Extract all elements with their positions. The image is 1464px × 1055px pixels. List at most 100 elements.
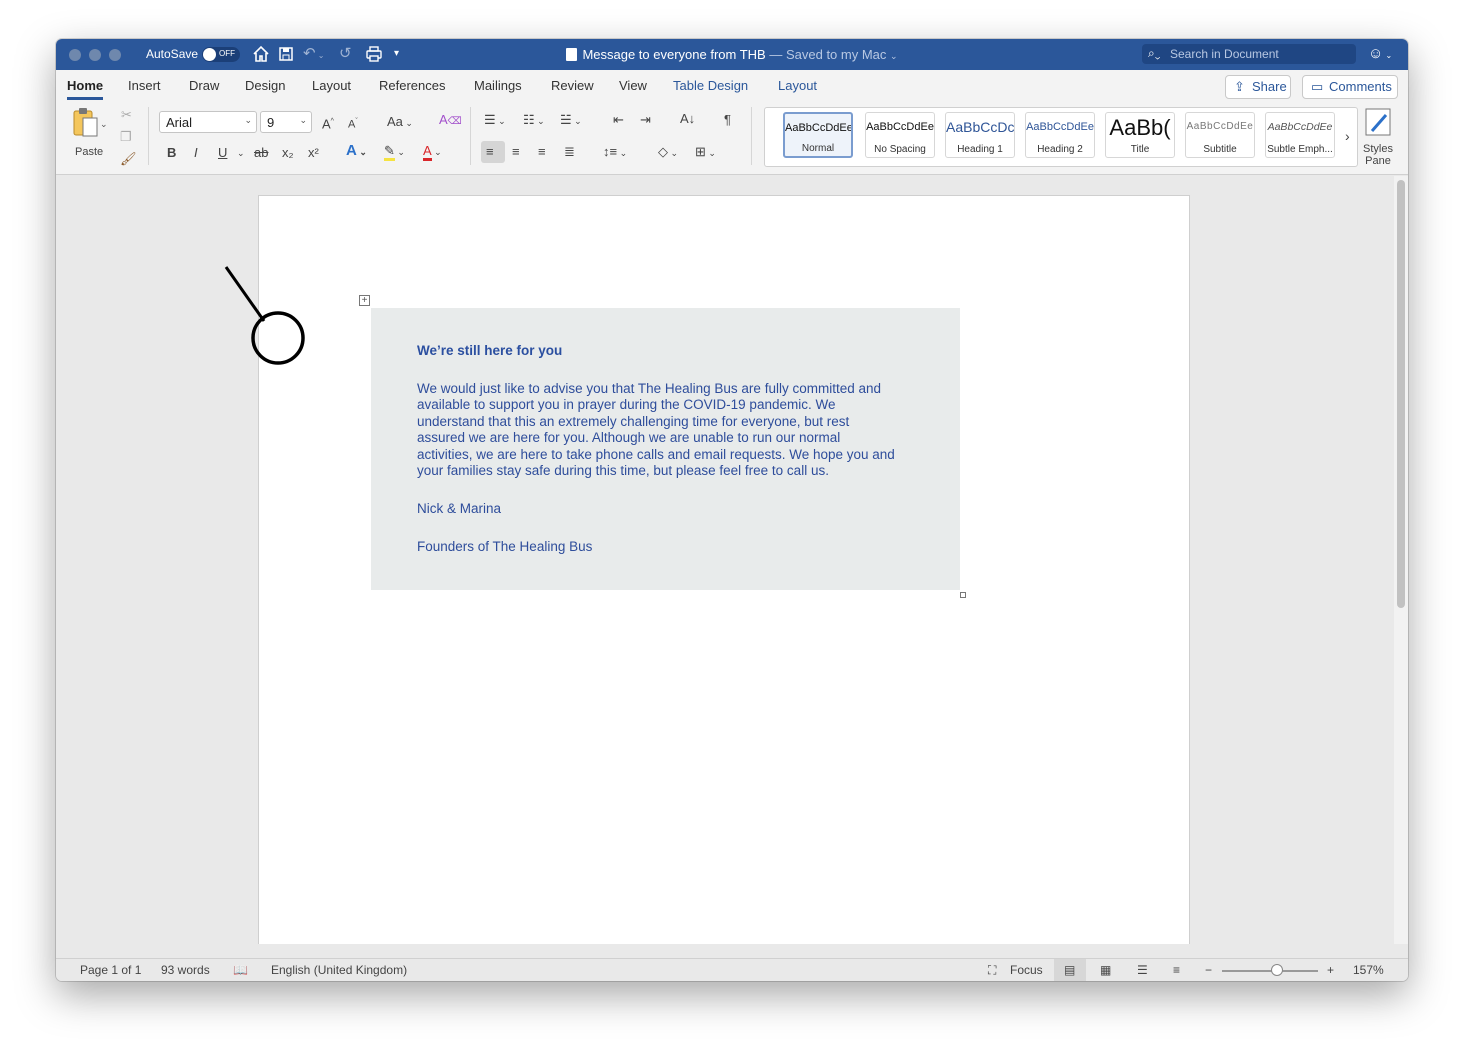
style-name: Normal <box>801 143 835 154</box>
increase-indent-icon[interactable]: ⇥ <box>640 112 651 128</box>
style-name: Subtitle <box>1203 144 1237 155</box>
paste-label: Paste <box>75 146 104 158</box>
subscript-button[interactable]: x₂ <box>282 145 294 161</box>
feedback-smiley-icon[interactable]: ☺ ⌄ <box>1368 45 1392 62</box>
clear-formatting-icon[interactable]: A⌫ <box>439 112 462 130</box>
organization-line[interactable]: Founders of The Healing Bus <box>417 539 592 555</box>
focus-icon[interactable]: ⛶ <box>988 963 996 978</box>
strikethrough-button[interactable]: ab <box>254 145 268 161</box>
align-right-icon[interactable]: ≡ <box>538 144 546 160</box>
bold-button[interactable]: B <box>167 145 176 161</box>
style-heading-1[interactable]: AaBbCcDc Heading 1 <box>945 112 1015 158</box>
font-name-select[interactable]: Arial ⌄ <box>159 111 257 133</box>
move-handle-icon[interactable]: + <box>359 295 370 306</box>
align-center-icon[interactable]: ≡ <box>512 144 520 160</box>
decrease-indent-icon[interactable]: ⇤ <box>613 112 624 128</box>
font-name-value: Arial <box>166 115 193 130</box>
chevron-right-icon[interactable]: › <box>1345 128 1350 144</box>
show-formatting-icon[interactable]: ¶ <box>724 112 731 128</box>
page-count[interactable]: Page 1 of 1 <box>80 963 141 977</box>
tab-view[interactable]: View <box>619 78 647 93</box>
status-bar: Page 1 of 1 93 words 📖 English (United K… <box>56 958 1408 981</box>
zoom-slider-knob[interactable] <box>1271 964 1283 976</box>
document-body[interactable]: We would just like to advise you that Th… <box>417 381 895 479</box>
justify-icon[interactable]: ≣ <box>564 144 575 160</box>
grow-font-icon[interactable]: A^ <box>322 114 334 132</box>
line-spacing-icon[interactable]: ↕≡ ⌄ <box>603 144 627 161</box>
tab-home[interactable]: Home <box>67 78 104 100</box>
search-document-input[interactable]: ⌕⌄ Search in Document <box>1142 44 1356 64</box>
style-subtitle[interactable]: AaBbCcDdEe Subtitle <box>1185 112 1255 158</box>
tab-insert[interactable]: Insert <box>128 78 161 93</box>
borders-icon[interactable]: ⊞ ⌄ <box>695 144 716 161</box>
word-window: AutoSave OFF ↶ ⌄ ↺ ▾ Message to everyone… <box>56 39 1408 981</box>
outline-view-icon[interactable]: ☰ <box>1137 963 1148 977</box>
highlight-color-icon[interactable]: ✎ ⌄ <box>384 143 405 161</box>
style-no-spacing[interactable]: AaBbCcDdEe No Spacing <box>865 112 935 158</box>
change-case-button[interactable]: Aa ⌄ <box>387 114 413 131</box>
styles-pane-icon[interactable] <box>1364 107 1394 143</box>
format-painter-icon[interactable]: 🖌 <box>120 151 137 167</box>
body-line: available to support you in prayer durin… <box>417 397 836 413</box>
styles-pane-label[interactable]: Styles Pane <box>1358 143 1398 167</box>
focus-label[interactable]: Focus <box>1010 963 1043 977</box>
shading-icon[interactable]: ◇ ⌄ <box>658 144 678 161</box>
font-color-icon[interactable]: A ⌄ <box>423 143 442 161</box>
share-button[interactable]: ⇪ Share <box>1225 75 1291 99</box>
text-box[interactable]: We’re still here for you We would just l… <box>371 308 960 590</box>
chevron-down-icon[interactable]: ⌄ <box>890 51 898 61</box>
tab-review[interactable]: Review <box>551 78 594 93</box>
zoom-slider[interactable] <box>1222 970 1318 972</box>
language-status[interactable]: English (United Kingdom) <box>271 963 407 977</box>
word-count[interactable]: 93 words <box>161 963 210 977</box>
tab-references[interactable]: References <box>379 78 445 93</box>
tab-table-design[interactable]: Table Design <box>673 78 748 93</box>
divider <box>148 107 149 165</box>
document-page[interactable]: + We’re still here for you We would just… <box>258 195 1190 944</box>
web-layout-icon[interactable]: ▦ <box>1100 963 1111 977</box>
underline-button[interactable]: U <box>218 145 227 161</box>
bullets-icon[interactable]: ☰ ⌄ <box>484 112 506 129</box>
tab-layout[interactable]: Layout <box>312 78 351 93</box>
align-left-icon[interactable]: ≡ <box>486 144 494 160</box>
cut-icon[interactable]: ✂ <box>121 107 132 123</box>
scrollbar-thumb[interactable] <box>1397 180 1405 608</box>
tab-design[interactable]: Design <box>245 78 285 93</box>
style-normal[interactable]: AaBbCcDdEe Normal <box>783 112 853 158</box>
style-title[interactable]: AaBb( Title <box>1105 112 1175 158</box>
tab-draw[interactable]: Draw <box>189 78 219 93</box>
print-layout-icon[interactable]: ▤ <box>1064 963 1075 977</box>
tab-table-layout[interactable]: Layout <box>778 78 817 93</box>
style-sample: AaBbCcDdEe <box>866 121 934 133</box>
home-ribbon: ⌄ Paste ✂ ❐ 🖌 Arial ⌄ 9 ⌄ A^ Aˇ Aa ⌄ A⌫ B … <box>56 101 1408 175</box>
zoom-in-icon[interactable]: + <box>1327 963 1334 977</box>
resize-handle[interactable] <box>960 592 966 598</box>
underline-dropdown-icon[interactable]: ⌄ <box>237 145 245 161</box>
copy-icon[interactable]: ❐ <box>120 129 132 145</box>
numbering-icon[interactable]: ☷ ⌄ <box>523 112 545 129</box>
zoom-level[interactable]: 157% <box>1353 963 1384 977</box>
chevron-down-icon: ⌄ <box>244 115 252 125</box>
divider <box>751 107 752 165</box>
font-size-select[interactable]: 9 ⌄ <box>260 111 312 133</box>
share-label: Share <box>1252 79 1287 94</box>
shrink-font-icon[interactable]: Aˇ <box>348 114 358 133</box>
italic-button[interactable]: I <box>194 145 198 161</box>
document-canvas[interactable]: + We’re still here for you We would just… <box>56 176 1394 944</box>
text-effects-icon[interactable]: A ⌄ <box>346 143 367 160</box>
proofing-icon[interactable]: 📖 <box>233 963 248 977</box>
style-heading-2[interactable]: AaBbCcDdEe Heading 2 <box>1025 112 1095 158</box>
multilevel-list-icon[interactable]: ☱ ⌄ <box>560 112 582 129</box>
superscript-button[interactable]: x² <box>308 145 319 161</box>
paste-button[interactable]: ⌄ <box>70 107 108 143</box>
chevron-down-icon: ⌄ <box>299 115 307 125</box>
sort-icon[interactable]: A↓ <box>680 111 695 127</box>
signature-line[interactable]: Nick & Marina <box>417 501 501 517</box>
draft-view-icon[interactable]: ≡ <box>1173 963 1180 977</box>
style-subtle-emphasis[interactable]: AaBbCcDdEe Subtle Emph... <box>1265 112 1335 158</box>
comments-button[interactable]: ▭ Comments <box>1302 75 1398 99</box>
tab-mailings[interactable]: Mailings <box>474 78 522 93</box>
zoom-out-icon[interactable]: − <box>1205 963 1212 977</box>
document-heading[interactable]: We’re still here for you <box>417 343 562 359</box>
vertical-scrollbar[interactable] <box>1394 176 1408 944</box>
